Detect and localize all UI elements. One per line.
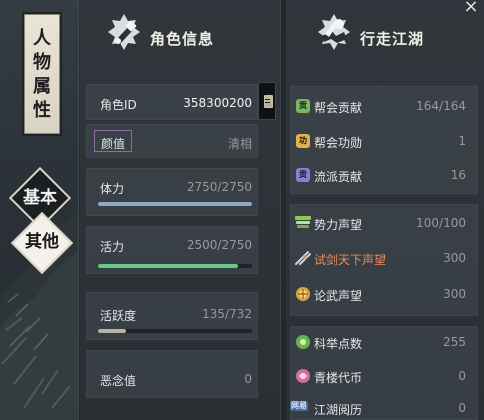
exam-points-label: 科举点数 <box>314 337 363 351</box>
jianghu-experience-value: 0 <box>458 401 466 415</box>
attributes-banner: 人 物 属 性 <box>24 14 60 134</box>
tab-other-label: 其他 <box>25 232 59 252</box>
activity-bar-fill <box>98 329 127 333</box>
guild-contribution-icon-glyph: 贡 <box>299 101 307 110</box>
guild-merit-icon-glyph: 功 <box>299 136 307 145</box>
activity-label: 活跃度 <box>100 309 137 323</box>
faction-reputation-label: 势力声望 <box>314 218 363 232</box>
sect-contribution-icon-glyph: 贡 <box>299 170 307 179</box>
guild-merit-icon: 功 <box>296 134 310 148</box>
faction-reputation-value: 100/100 <box>416 216 466 230</box>
qinglou-coin-icon <box>296 369 310 383</box>
banner-char-3: 属 <box>33 76 51 97</box>
vitality-label: 活力 <box>100 240 125 254</box>
activity-value: 135/732 <box>202 307 252 321</box>
guild-contribution-label: 帮会贡献 <box>314 101 363 115</box>
copy-id-button[interactable] <box>258 82 276 120</box>
appearance-value: 清相 <box>227 137 252 151</box>
qinglou-coin-label: 青楼代币 <box>314 371 363 385</box>
exam-points-value: 255 <box>443 335 466 349</box>
vitality-bar-fill <box>98 264 238 268</box>
jianghu-experience-label: 江湖阅历 <box>314 403 363 417</box>
copy-icon-line-1 <box>265 99 270 100</box>
sword-trial-label: 试剑天下声望 <box>314 253 387 267</box>
activity-bar <box>98 329 252 333</box>
martial-debate-label: 论武声望 <box>314 289 363 303</box>
qinglou-coin-value: 0 <box>458 369 466 383</box>
wander-jianghu-header: 行走江湖 <box>314 12 464 72</box>
copy-icon-line-2 <box>265 102 270 103</box>
banner-char-2: 物 <box>33 52 51 73</box>
evil-value: 0 <box>244 372 252 386</box>
sect-contribution-icon: 贡 <box>296 168 310 182</box>
tab-basic-label: 基本 <box>23 188 57 208</box>
sect-contribution-label: 流派贡献 <box>314 170 363 184</box>
guild-merit-label: 帮会功勋 <box>314 136 363 150</box>
guild-contribution-icon: 贡 <box>296 99 310 113</box>
faction-reputation-icon <box>295 216 311 228</box>
martial-debate-value: 300 <box>443 287 466 301</box>
character-id-label: 角色ID <box>100 98 137 112</box>
jianghu-experience-icon: 网易 <box>290 401 308 411</box>
guild-merit-value: 1 <box>458 134 466 148</box>
sword-trial-icon <box>295 251 311 265</box>
vitality-value: 2500/2750 <box>186 238 252 252</box>
attributes-banner-title: 人 物 属 性 <box>25 27 59 123</box>
appearance-label: 颜值 <box>101 137 126 151</box>
banner-char-1: 人 <box>33 28 51 49</box>
vitality-bar <box>98 264 252 268</box>
character-info-emblem-icon <box>108 14 140 50</box>
sect-contribution-value: 16 <box>450 168 466 182</box>
stamina-bar-fill <box>98 202 252 206</box>
stamina-value: 2750/2750 <box>186 180 252 194</box>
martial-debate-icon <box>296 287 310 301</box>
stamina-label: 体力 <box>100 182 125 196</box>
character-id-value: 358300200 <box>183 96 252 110</box>
close-button[interactable]: × <box>461 0 481 18</box>
character-info-title: 角色信息 <box>150 30 215 48</box>
left-navigation-strip: 人 物 属 性 基本 其他 <box>0 0 79 420</box>
banner-char-4: 性 <box>33 100 51 121</box>
sword-trial-value: 300 <box>443 251 466 265</box>
character-attributes-screen: 人 物 属 性 基本 其他 × 角色信息 行走江湖 角色ID 358300200… <box>0 0 484 420</box>
exam-points-icon <box>296 335 310 349</box>
wander-jianghu-title: 行走江湖 <box>360 30 425 48</box>
evil-label: 恶念值 <box>100 374 137 388</box>
stamina-bar <box>98 202 252 206</box>
guild-contribution-value: 164/164 <box>416 99 466 113</box>
wander-jianghu-emblem-icon <box>318 14 350 50</box>
character-info-header: 角色信息 <box>104 12 254 72</box>
